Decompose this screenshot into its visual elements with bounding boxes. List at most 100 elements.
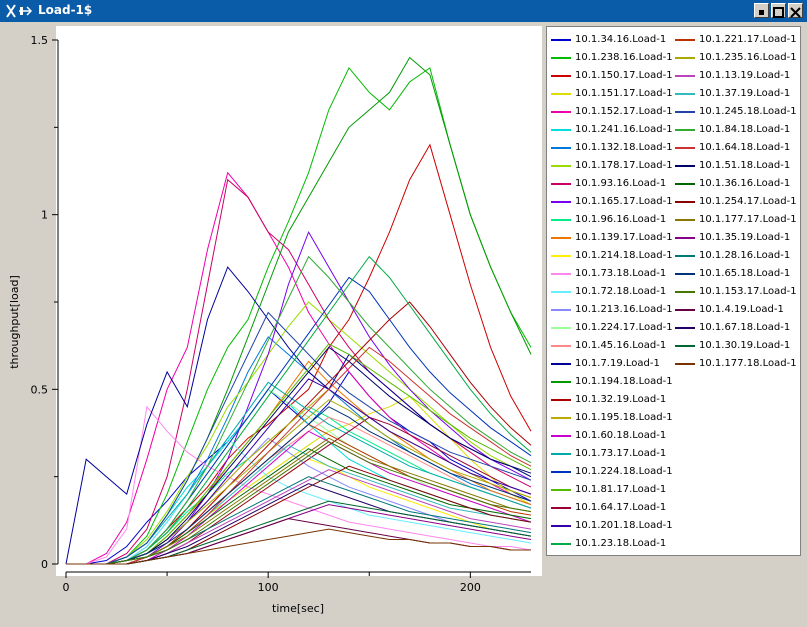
legend-item: 10.1.235.16.Load-1	[671, 49, 797, 67]
legend-swatch	[551, 165, 571, 167]
legend-item: 10.1.150.17.Load-1	[547, 67, 673, 85]
legend-label: 10.1.35.19.Load-1	[699, 232, 791, 243]
legend-swatch	[551, 435, 571, 437]
legend-item: 10.1.36.16.Load-1	[671, 175, 797, 193]
legend-swatch	[551, 147, 571, 149]
legend-label: 10.1.72.18.Load-1	[575, 286, 667, 297]
legend-label: 10.1.28.16.Load-1	[699, 250, 791, 261]
legend-swatch	[675, 111, 695, 113]
legend-label: 10.1.51.18.Load-1	[699, 160, 791, 171]
legend-label: 10.1.96.16.Load-1	[575, 214, 667, 225]
legend-item: 10.1.67.18.Load-1	[671, 319, 797, 337]
legend-label: 10.1.224.18.Load-1	[575, 466, 673, 477]
legend-item: 10.1.81.17.Load-1	[547, 481, 673, 499]
legend-label: 10.1.30.19.Load-1	[699, 340, 791, 351]
legend-label: 10.1.151.17.Load-1	[575, 88, 673, 99]
legend-item: 10.1.153.17.Load-1	[671, 283, 797, 301]
legend-label: 10.1.177.17.Load-1	[699, 214, 797, 225]
legend-label: 10.1.4.19.Load-1	[699, 304, 784, 315]
legend-label: 10.1.34.16.Load-1	[575, 34, 667, 45]
minimize-button[interactable]	[754, 3, 769, 18]
legend-swatch	[551, 237, 571, 239]
legend-label: 10.1.245.18.Load-1	[699, 106, 797, 117]
legend-item: 10.1.254.17.Load-1	[671, 193, 797, 211]
legend-label: 10.1.81.17.Load-1	[575, 484, 667, 495]
legend-label: 10.1.73.18.Load-1	[575, 268, 667, 279]
legend-item: 10.1.213.16.Load-1	[547, 301, 673, 319]
legend-label: 10.1.177.18.Load-1	[699, 358, 797, 369]
legend-label: 10.1.195.18.Load-1	[575, 412, 673, 423]
legend-item: 10.1.64.18.Load-1	[671, 139, 797, 157]
legend-label: 10.1.214.18.Load-1	[575, 250, 673, 261]
legend-swatch	[551, 309, 571, 311]
legend-item: 10.1.177.18.Load-1	[671, 355, 797, 373]
legend-swatch	[551, 273, 571, 275]
legend-item: 10.1.72.18.Load-1	[547, 283, 673, 301]
legend-item: 10.1.201.18.Load-1	[547, 517, 673, 535]
legend-item: 10.1.195.18.Load-1	[547, 409, 673, 427]
legend-swatch	[675, 363, 695, 365]
legend-item: 10.1.224.17.Load-1	[547, 319, 673, 337]
legend-label: 10.1.93.16.Load-1	[575, 178, 667, 189]
legend-label: 10.1.241.16.Load-1	[575, 124, 673, 135]
x-logo-icon[interactable]	[4, 2, 34, 20]
legend-swatch	[551, 417, 571, 419]
legend-item: 10.1.30.19.Load-1	[671, 337, 797, 355]
legend-item: 10.1.132.18.Load-1	[547, 139, 673, 157]
legend-swatch	[551, 381, 571, 383]
y-tick-label: 1	[41, 209, 48, 222]
legend-label: 10.1.32.19.Load-1	[575, 394, 667, 405]
x-tick-label: 100	[258, 581, 279, 594]
title-bar: Load-1$	[0, 0, 807, 22]
legend-swatch	[675, 255, 695, 257]
legend-item: 10.1.139.17.Load-1	[547, 229, 673, 247]
legend-swatch	[551, 57, 571, 59]
legend-swatch	[551, 453, 571, 455]
legend-swatch	[675, 75, 695, 77]
legend-item: 10.1.35.19.Load-1	[671, 229, 797, 247]
legend-swatch	[675, 183, 695, 185]
legend-label: 10.1.238.16.Load-1	[575, 52, 673, 63]
legend-item: 10.1.93.16.Load-1	[547, 175, 673, 193]
legend-label: 10.1.132.18.Load-1	[575, 142, 673, 153]
legend-label: 10.1.65.18.Load-1	[699, 268, 791, 279]
close-button[interactable]	[788, 3, 803, 18]
y-tick-label: 0	[41, 558, 48, 571]
legend-swatch	[675, 291, 695, 293]
legend-item: 10.1.23.18.Load-1	[547, 535, 673, 553]
legend-item: 10.1.64.17.Load-1	[547, 499, 673, 517]
legend-swatch	[551, 363, 571, 365]
legend-item: 10.1.177.17.Load-1	[671, 211, 797, 229]
x-axis-label: time[sec]	[272, 602, 324, 615]
legend-item: 10.1.32.19.Load-1	[547, 391, 673, 409]
maximize-icon	[773, 7, 784, 18]
legend-swatch	[551, 93, 571, 95]
legend-item: 10.1.60.18.Load-1	[547, 427, 673, 445]
legend-label: 10.1.235.16.Load-1	[699, 52, 797, 63]
minimize-icon	[759, 10, 764, 15]
legend-item: 10.1.84.18.Load-1	[671, 121, 797, 139]
legend-label: 10.1.67.18.Load-1	[699, 322, 791, 333]
legend-label: 10.1.224.17.Load-1	[575, 322, 673, 333]
legend-swatch	[675, 129, 695, 131]
legend-swatch	[675, 39, 695, 41]
close-icon	[790, 7, 801, 18]
legend-swatch	[551, 129, 571, 131]
legend-label: 10.1.221.17.Load-1	[699, 34, 797, 45]
legend-item: 10.1.13.19.Load-1	[671, 67, 797, 85]
legend-label: 10.1.23.18.Load-1	[575, 538, 667, 549]
legend-item: 10.1.214.18.Load-1	[547, 247, 673, 265]
legend-label: 10.1.194.18.Load-1	[575, 376, 673, 387]
legend-item: 10.1.34.16.Load-1	[547, 31, 673, 49]
legend-swatch	[551, 183, 571, 185]
legend: 10.1.34.16.Load-1 10.1.238.16.Load-1 10.1.…	[546, 26, 801, 556]
legend-label: 10.1.178.17.Load-1	[575, 160, 673, 171]
legend-item: 10.1.241.16.Load-1	[547, 121, 673, 139]
legend-swatch	[551, 489, 571, 491]
legend-swatch	[675, 219, 695, 221]
legend-swatch	[551, 345, 571, 347]
legend-item: 10.1.73.18.Load-1	[547, 265, 673, 283]
maximize-button[interactable]	[771, 3, 786, 18]
legend-column-2: 10.1.221.17.Load-1 10.1.235.16.Load-1 10.1…	[671, 31, 797, 373]
throughput-chart: 0 100 200 0 0.5 1 1.5 time[sec] throughput[loa…	[8, 26, 542, 615]
